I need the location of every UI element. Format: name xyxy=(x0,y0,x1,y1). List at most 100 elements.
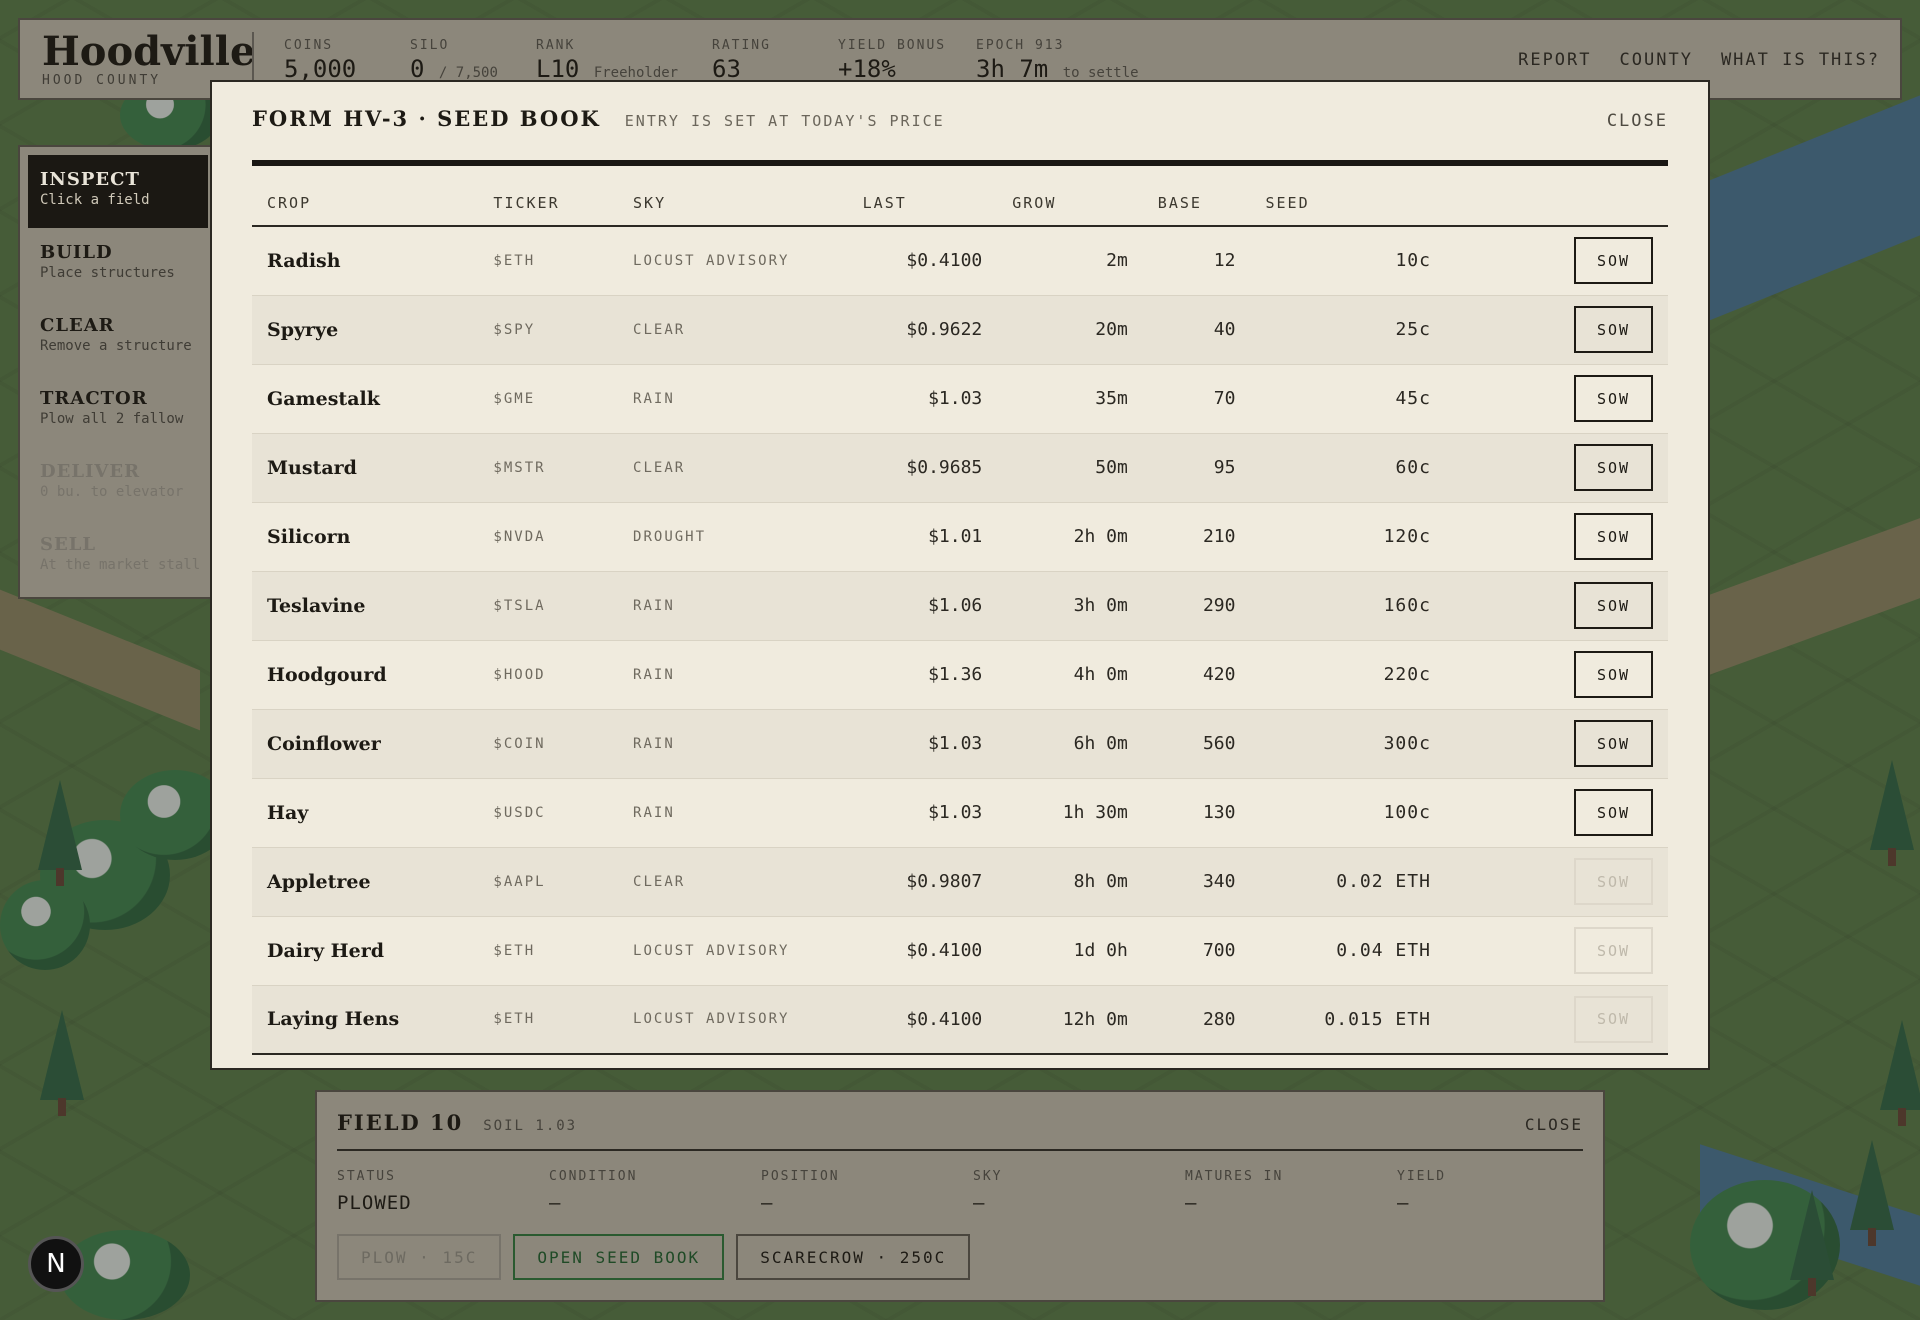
cell-ticker: $AAPL xyxy=(478,847,619,917)
cell-last: $1.06 xyxy=(847,571,998,641)
tool-desc: Click a field xyxy=(40,192,150,208)
cell-crop: Coinflower xyxy=(252,709,479,779)
cell-seed: 10c xyxy=(1250,226,1446,296)
tool-name: INSPECT xyxy=(40,169,140,190)
cell-seed: 100c xyxy=(1250,778,1446,848)
field-actions: PLOW · 15C OPEN SEED BOOK SCARECROW · 25… xyxy=(337,1234,1583,1280)
cell-last: $0.4100 xyxy=(847,985,998,1055)
nav-county[interactable]: COUNTY xyxy=(1620,50,1693,70)
cell-sky: RAIN xyxy=(618,778,848,848)
sow-button[interactable]: SOW xyxy=(1574,444,1653,491)
cell-ticker: $MSTR xyxy=(478,433,619,503)
cell-crop: Hay xyxy=(252,778,479,848)
cell-crop: Radish xyxy=(252,226,479,296)
cell-seed: 120c xyxy=(1250,502,1446,572)
modal-title: FORM HV-3 · SEED BOOK xyxy=(252,106,601,131)
cell-action: SOW xyxy=(1445,433,1668,503)
cell-grow: 20m xyxy=(997,295,1143,365)
cell-seed: 0.02 ETH xyxy=(1250,847,1446,917)
field-close-button[interactable]: CLOSE xyxy=(1525,1115,1583,1134)
table-row: Radish $ETH LOCUST ADVISORY $0.4100 2m 12 10c S… xyxy=(252,226,1668,296)
tool-desc: 0 bu. to elevator xyxy=(40,484,184,500)
cell-grow: 50m xyxy=(997,433,1143,503)
column-header-sky: SKY xyxy=(618,190,848,227)
nav-what-is-this[interactable]: WHAT IS THIS? xyxy=(1721,50,1880,70)
info-label: MATURES IN xyxy=(1185,1169,1284,1184)
n-logo-icon[interactable]: N xyxy=(28,1236,84,1292)
top-nav: REPORT COUNTY WHAT IS THIS? xyxy=(1518,50,1880,70)
sow-button[interactable]: SOW xyxy=(1574,582,1653,629)
info-label: STATUS xyxy=(337,1169,396,1184)
cell-action: SOW xyxy=(1445,709,1668,779)
cell-action: SOW xyxy=(1445,295,1668,365)
cell-crop: Dairy Herd xyxy=(252,916,479,986)
field-info-grid: STATUS PLOWED CONDITION — POSITION — SKY… xyxy=(337,1169,1583,1214)
tool-palette: INSPECT Click a field BUILD Place struct… xyxy=(18,145,218,599)
stat-label: RANK xyxy=(536,38,576,53)
cell-last: $0.4100 xyxy=(847,916,998,986)
cell-base: 210 xyxy=(1142,502,1251,572)
stat-value: 3h 7m to settle xyxy=(976,55,1139,83)
brand: Hoodville HOOD COUNTY xyxy=(42,28,255,88)
cell-grow: 2m xyxy=(997,226,1143,296)
open-seed-book-button[interactable]: OPEN SEED BOOK xyxy=(513,1234,725,1280)
modal-close-button[interactable]: CLOSE xyxy=(1607,111,1668,131)
column-header-grow: GROW xyxy=(997,190,1143,227)
tool-build[interactable]: BUILD Place structures xyxy=(28,228,208,301)
tool-inspect[interactable]: INSPECT Click a field xyxy=(28,155,208,228)
stat-yield-bonus: YIELD BONUS +18% xyxy=(838,38,946,83)
sow-button: SOW xyxy=(1574,995,1653,1043)
cell-crop: Appletree xyxy=(252,847,479,917)
table-row: Laying Hens $ETH LOCUST ADVISORY $0.4100 12h… xyxy=(252,985,1668,1055)
nav-report[interactable]: REPORT xyxy=(1518,50,1591,70)
sow-button[interactable]: SOW xyxy=(1574,237,1653,285)
sow-button[interactable]: SOW xyxy=(1574,720,1653,767)
sow-button[interactable]: SOW xyxy=(1574,375,1653,422)
cell-ticker: $ETH xyxy=(478,916,619,986)
field-yield: YIELD — xyxy=(1397,1169,1609,1214)
cell-action: SOW xyxy=(1445,985,1668,1055)
sow-button[interactable]: SOW xyxy=(1574,789,1653,836)
table-row: Spyrye $SPY CLEAR $0.9622 20m 40 25c SOW xyxy=(252,295,1668,365)
field-panel-header: FIELD 10 SOIL 1.03 CLOSE xyxy=(337,1110,1583,1151)
sow-button[interactable]: SOW xyxy=(1574,306,1653,353)
modal-subtitle: ENTRY IS SET AT TODAY'S PRICE xyxy=(624,112,945,130)
tool-desc: Place structures xyxy=(40,265,175,281)
tool-desc: Remove a structure xyxy=(40,338,192,354)
cell-ticker: $SPY xyxy=(478,295,619,365)
info-value: — xyxy=(549,1192,562,1214)
tool-clear[interactable]: CLEAR Remove a structure xyxy=(28,301,208,374)
stat-label: EPOCH 913 xyxy=(976,38,1065,53)
sow-button[interactable]: SOW xyxy=(1574,513,1653,560)
tool-name: TRACTOR xyxy=(40,388,148,409)
field-matures-in: MATURES IN — xyxy=(1185,1169,1397,1214)
sow-button[interactable]: SOW xyxy=(1574,651,1653,698)
info-label: SKY xyxy=(973,1169,1003,1184)
info-value: — xyxy=(761,1192,774,1214)
cell-crop: Spyrye xyxy=(252,295,479,365)
field-position: POSITION — xyxy=(761,1169,973,1214)
stat-label: COINS xyxy=(284,38,334,53)
cell-sky: RAIN xyxy=(618,571,848,641)
cell-ticker: $ETH xyxy=(478,226,619,296)
scarecrow-button[interactable]: SCARECROW · 250C xyxy=(736,1234,971,1280)
cell-base: 700 xyxy=(1142,916,1251,986)
cell-seed: 25c xyxy=(1250,295,1446,365)
cell-seed: 220c xyxy=(1250,640,1446,710)
cell-ticker: $USDC xyxy=(478,778,619,848)
table-row: Dairy Herd $ETH LOCUST ADVISORY $0.4100 1d 0… xyxy=(252,916,1668,986)
plow-button[interactable]: PLOW · 15C xyxy=(337,1234,502,1280)
modal-header: FORM HV-3 · SEED BOOK ENTRY IS SET AT TO… xyxy=(252,106,1668,146)
cell-crop: Laying Hens xyxy=(252,985,479,1055)
info-value: — xyxy=(1397,1192,1410,1214)
field-condition: CONDITION — xyxy=(549,1169,761,1214)
field-sky: SKY — xyxy=(973,1169,1185,1214)
table-row: Gamestalk $GME RAIN $1.03 35m 70 45c SOW xyxy=(252,364,1668,434)
seed-table-header: CROP TICKER SKY LAST GROW BASE SEED xyxy=(252,190,1668,227)
stat-value: 63 xyxy=(712,55,741,83)
cell-sky: LOCUST ADVISORY xyxy=(618,985,848,1055)
seed-table-body: Radish $ETH LOCUST ADVISORY $0.4100 2m 12 10c S… xyxy=(252,226,1668,1055)
cell-sky: RAIN xyxy=(618,364,848,434)
table-row: Coinflower $COIN RAIN $1.03 6h 0m 560 300c SOW xyxy=(252,709,1668,779)
tool-tractor[interactable]: TRACTOR Plow all 2 fallow xyxy=(28,374,208,447)
